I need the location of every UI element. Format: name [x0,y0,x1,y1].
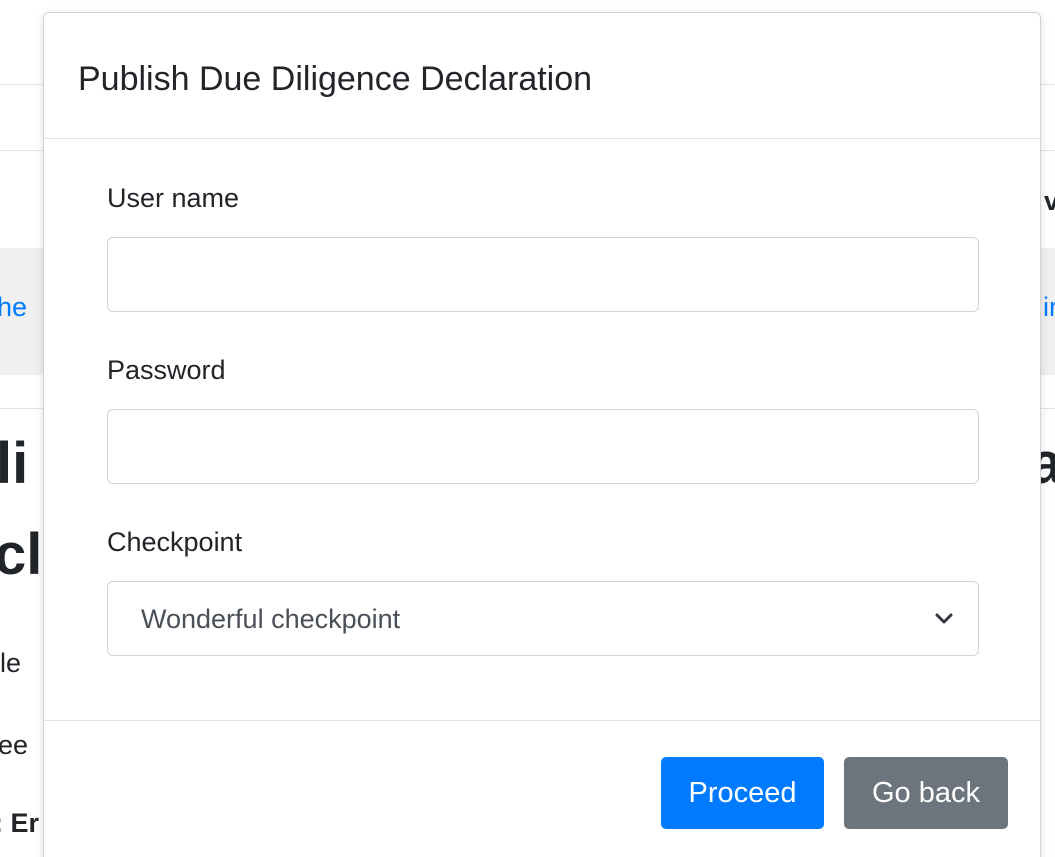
checkpoint-select[interactable]: Wonderful checkpoint [107,581,979,656]
background-heading: cl [0,522,43,587]
publish-declaration-modal: Publish Due Diligence Declaration User n… [43,12,1041,857]
chevron-down-icon [935,613,953,624]
page: v he ir li a cl le ee : Er Publish Due D… [0,0,1055,857]
background-text: ee [0,730,29,760]
checkpoint-selected-value: Wonderful checkpoint [141,604,401,634]
background-text: : Er [0,808,40,838]
checkpoint-label: Checkpoint [107,527,243,557]
background-heading: li [0,431,29,496]
go-back-button[interactable]: Go back [844,757,1008,829]
username-input[interactable] [107,237,979,312]
password-input[interactable] [107,409,979,484]
username-label: User name [107,183,240,213]
modal-title: Publish Due Diligence Declaration [78,60,593,98]
password-label: Password [107,355,226,385]
modal-footer: Proceed Go back [44,720,1040,857]
modal-header: Publish Due Diligence Declaration [44,13,1040,139]
background-text: le [0,648,22,678]
proceed-button[interactable]: Proceed [661,757,824,829]
background-link[interactable]: ir [1043,292,1055,323]
background-link[interactable]: he [0,292,27,323]
background-text: v [1043,186,1055,216]
